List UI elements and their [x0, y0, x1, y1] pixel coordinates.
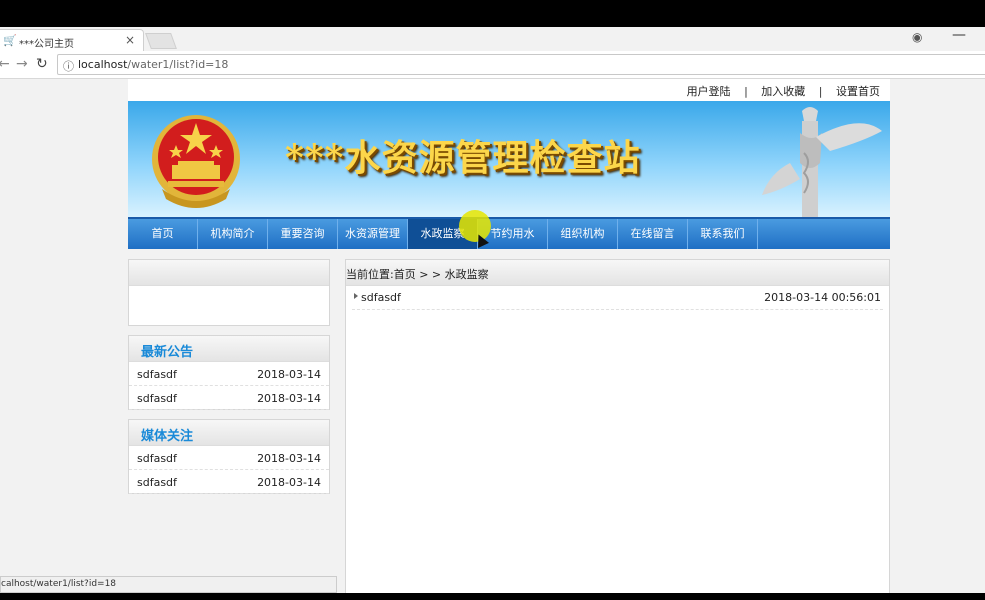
nav-guestbook[interactable]: 在线留言 [618, 219, 688, 249]
nav-organization[interactable]: 组织机构 [548, 219, 618, 249]
item-title[interactable]: sdfasdf [137, 452, 177, 465]
separator: | [744, 85, 748, 98]
nav-water-management[interactable]: 水资源管理 [338, 219, 408, 249]
article-datetime: 2018-03-14 00:56:01 [764, 291, 881, 304]
url-text: localhost/water1/list?id=18 [78, 58, 228, 71]
item-date: 2018-03-14 [257, 476, 321, 489]
tab-title: ***公司主页 [19, 39, 74, 50]
site-banner: ***水资源管理检查站 [128, 101, 890, 217]
user-profile-icon[interactable]: ◉ [912, 30, 922, 44]
forward-icon[interactable]: → [16, 56, 28, 72]
main-nav: 首页 机构简介 重要咨询 水资源管理 水政监察 节约用水 组织机构 在线留言 联… [128, 217, 890, 249]
login-box [128, 259, 330, 326]
new-tab-button[interactable] [145, 33, 177, 49]
browser-tab[interactable]: 🛒 ***公司主页 × [0, 29, 144, 51]
item-date: 2018-03-14 [257, 368, 321, 381]
item-title[interactable]: sdfasdf [137, 392, 177, 405]
web-page: 用户登陆 | 加入收藏 | 设置首页 ***水资源管理检查站 首页 机构简介 重… [0, 79, 985, 593]
nav-contact[interactable]: 联系我们 [688, 219, 758, 249]
nav-consult[interactable]: 重要咨询 [268, 219, 338, 249]
close-tab-icon[interactable]: × [125, 33, 135, 47]
browser-toolbar: ← → ↻ ⓘ localhost/water1/list?id=18 [0, 51, 985, 79]
site-title: ***水资源管理检查站 [285, 137, 641, 179]
nav-home[interactable]: 首页 [128, 219, 198, 249]
site-container: 用户登陆 | 加入收藏 | 设置首页 ***水资源管理检查站 首页 机构简介 重… [128, 79, 890, 593]
notice-box: 最新公告 sdfasdf 2018-03-14 sdfasdf 2018-03-… [128, 335, 330, 410]
address-bar[interactable]: ⓘ localhost/water1/list?id=18 [57, 54, 985, 75]
article-row[interactable]: sdfasdf 2018-03-14 00:56:01 [352, 286, 883, 310]
nav-about[interactable]: 机构简介 [198, 219, 268, 249]
cart-icon: 🛒 [3, 34, 17, 47]
info-icon[interactable]: ⓘ [63, 58, 74, 74]
list-item[interactable]: sdfasdf 2018-03-14 [129, 446, 329, 470]
article-title[interactable]: sdfasdf [361, 291, 401, 304]
add-favorite-link[interactable]: 加入收藏 [761, 85, 805, 98]
item-date: 2018-03-14 [257, 452, 321, 465]
url-path: /water1/list?id=18 [127, 58, 229, 71]
list-item[interactable]: sdfasdf 2018-03-14 [129, 470, 329, 494]
status-bar-url: calhost/water1/list?id=18 [0, 576, 337, 593]
item-date: 2018-03-14 [257, 392, 321, 405]
item-title[interactable]: sdfasdf [137, 476, 177, 489]
item-title[interactable]: sdfasdf [137, 368, 177, 381]
tab-strip: 🛒 ***公司主页 × ◉ — [0, 27, 985, 51]
notice-title: 最新公告 [129, 336, 329, 362]
login-box-header [129, 260, 329, 286]
media-box: 媒体关注 sdfasdf 2018-03-14 sdfasdf 2018-03-… [128, 419, 330, 494]
url-host: localhost [78, 58, 128, 71]
login-link[interactable]: 用户登陆 [687, 85, 731, 98]
top-links-bar: 用户登陆 | 加入收藏 | 设置首页 [128, 79, 890, 101]
list-item[interactable]: sdfasdf 2018-03-14 [129, 362, 329, 386]
reload-icon[interactable]: ↻ [36, 56, 48, 72]
national-emblem-logo [152, 115, 240, 208]
huabiao-pillar-image [762, 107, 882, 217]
breadcrumb: 当前位置:首页 > > 水政监察 [346, 260, 889, 286]
back-icon[interactable]: ← [0, 56, 10, 72]
separator: | [818, 85, 823, 98]
list-item[interactable]: sdfasdf 2018-03-14 [129, 386, 329, 410]
bullet-icon [354, 293, 358, 299]
minimize-icon[interactable]: — [952, 27, 966, 43]
browser-window: 🛒 ***公司主页 × ◉ — ← → ↻ ⓘ localhost/water1… [0, 27, 985, 593]
set-homepage-link[interactable]: 设置首页 [836, 85, 880, 98]
media-title: 媒体关注 [129, 420, 329, 446]
content-panel: 当前位置:首页 > > 水政监察 sdfasdf 2018-03-14 00:5… [345, 259, 890, 593]
